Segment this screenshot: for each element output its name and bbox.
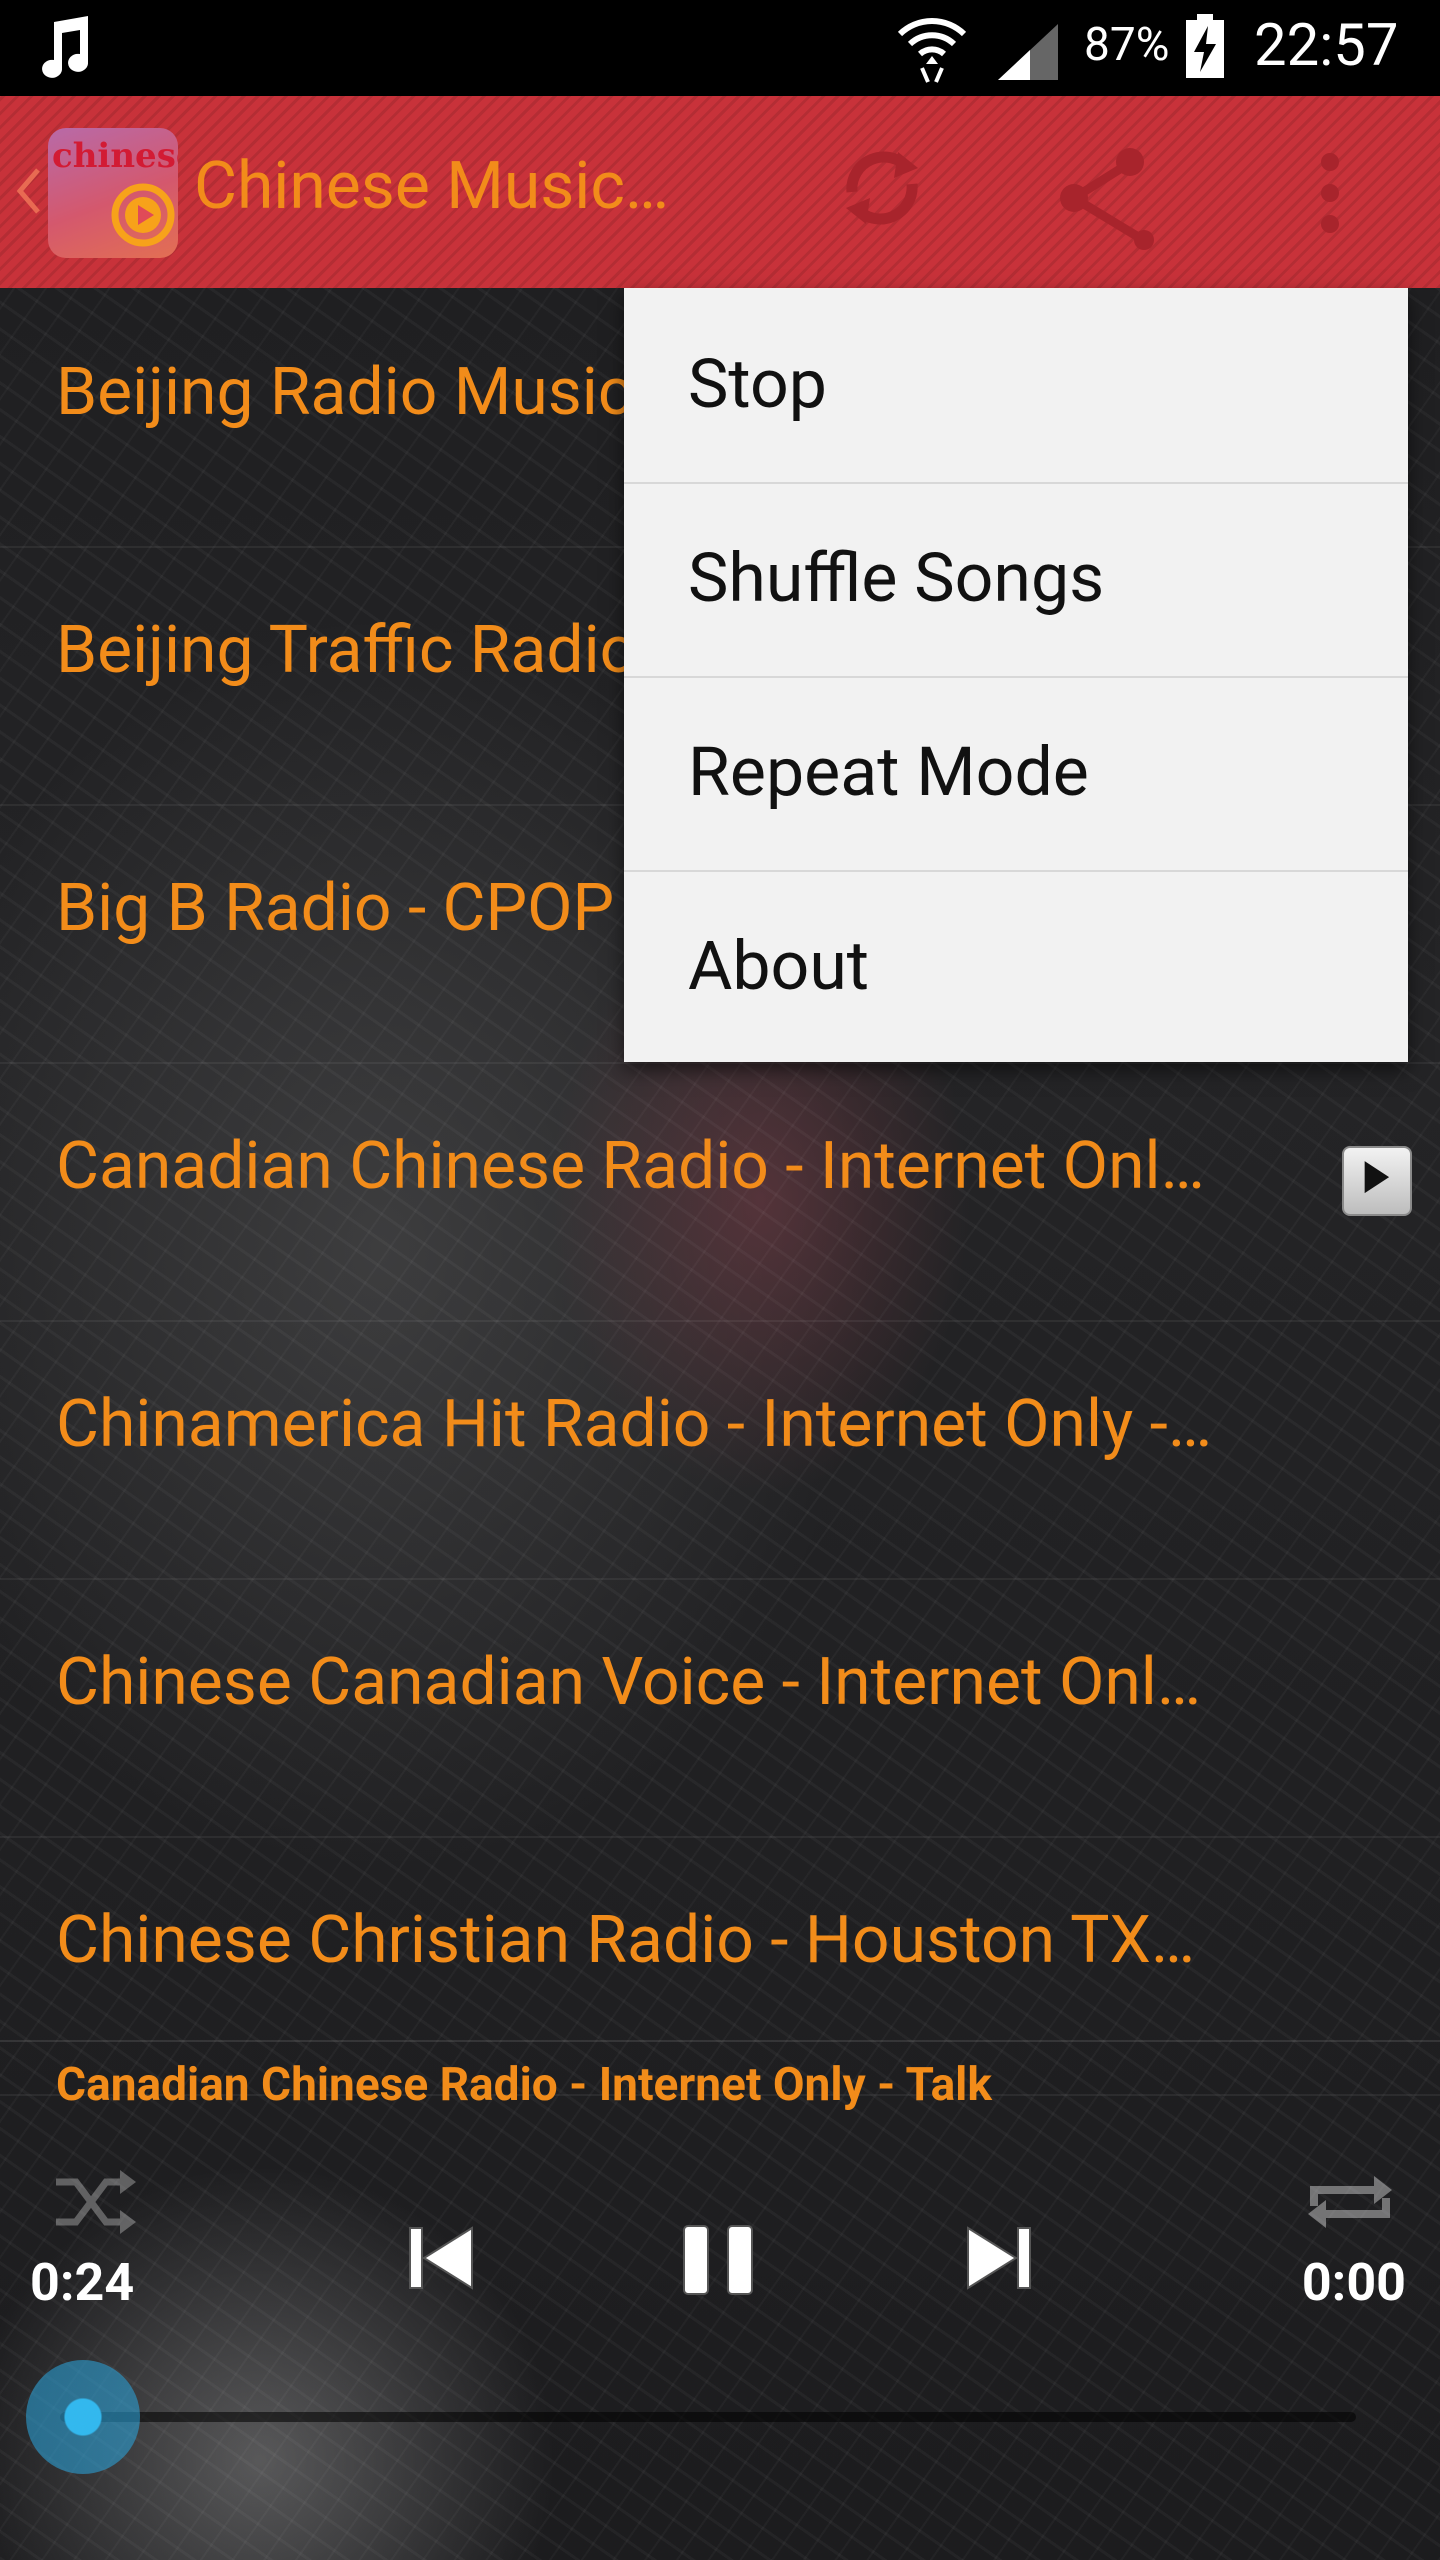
menu-item-label: About xyxy=(688,926,870,1006)
seek-bar-thumb[interactable] xyxy=(26,2360,140,2474)
status-bar: 87% 22:57 xyxy=(0,0,1440,96)
station-label: Beijing Traffic Radio xyxy=(56,612,638,689)
total-time: 0:00 xyxy=(1301,2252,1406,2313)
station-label: Chinese Christian Radio - Houston TX… xyxy=(56,1902,1196,1979)
seek-bar[interactable] xyxy=(60,2412,1356,2422)
elapsed-time: 0:24 xyxy=(30,2252,135,2313)
menu-item-label: Stop xyxy=(688,344,827,424)
action-bar: chinese Chinese Music… xyxy=(0,96,1440,288)
app-icon[interactable]: chinese xyxy=(48,128,178,258)
battery-percent: 87% xyxy=(1084,18,1170,72)
signal-icon xyxy=(998,24,1058,80)
play-button[interactable] xyxy=(1342,1146,1412,1216)
chevron-left-icon[interactable] xyxy=(14,166,44,216)
overflow-menu: Stop Shuffle Songs Repeat Mode About xyxy=(624,288,1408,1062)
menu-item-repeat-mode[interactable]: Repeat Mode xyxy=(624,676,1408,872)
menu-item-label: Shuffle Songs xyxy=(688,538,1105,618)
previous-icon[interactable] xyxy=(404,2220,480,2296)
clock: 22:57 xyxy=(1254,12,1399,80)
list-item[interactable]: Chinamerica Hit Radio - Internet Only -… xyxy=(0,1320,1440,1580)
app-icon-label: chinese xyxy=(52,136,178,176)
battery-charging-icon xyxy=(1186,14,1224,78)
screen: 87% 22:57 chinese Chinese Music… xyxy=(0,0,1440,2560)
list-item[interactable]: Chinese Canadian Voice - Internet Onl… xyxy=(0,1578,1440,1838)
pause-icon[interactable] xyxy=(676,2220,760,2300)
shuffle-icon[interactable] xyxy=(50,2162,140,2242)
menu-item-about[interactable]: About xyxy=(624,870,1408,1064)
next-icon[interactable] xyxy=(960,2220,1036,2296)
station-label: Canadian Chinese Radio - Internet Onl… xyxy=(56,1128,1205,1205)
play-circle-icon xyxy=(111,183,175,247)
app-title: Chinese Music… xyxy=(194,148,670,225)
share-icon[interactable] xyxy=(1050,142,1170,252)
refresh-icon[interactable] xyxy=(832,138,932,238)
repeat-icon[interactable] xyxy=(1300,2162,1400,2242)
list-item[interactable]: Canadian Chinese Radio - Internet Onl… xyxy=(0,1062,1440,1322)
player-panel: Canadian Chinese Radio - Internet Only -… xyxy=(0,2040,1440,2560)
station-label: Beijing Radio Music xyxy=(56,354,633,431)
wifi-icon xyxy=(897,18,967,83)
now-playing-title: Canadian Chinese Radio - Internet Only -… xyxy=(56,2058,992,2112)
menu-item-shuffle-songs[interactable]: Shuffle Songs xyxy=(624,482,1408,678)
menu-item-label: Repeat Mode xyxy=(688,732,1089,812)
station-label: Chinese Canadian Voice - Internet Onl… xyxy=(56,1644,1202,1721)
station-label: Big B Radio - CPOP xyxy=(56,870,615,947)
play-icon xyxy=(1364,1161,1390,1194)
station-label: Chinamerica Hit Radio - Internet Only -… xyxy=(56,1386,1213,1463)
overflow-menu-icon[interactable] xyxy=(1310,148,1350,238)
music-note-icon xyxy=(42,16,89,78)
menu-item-stop[interactable]: Stop xyxy=(624,288,1408,484)
